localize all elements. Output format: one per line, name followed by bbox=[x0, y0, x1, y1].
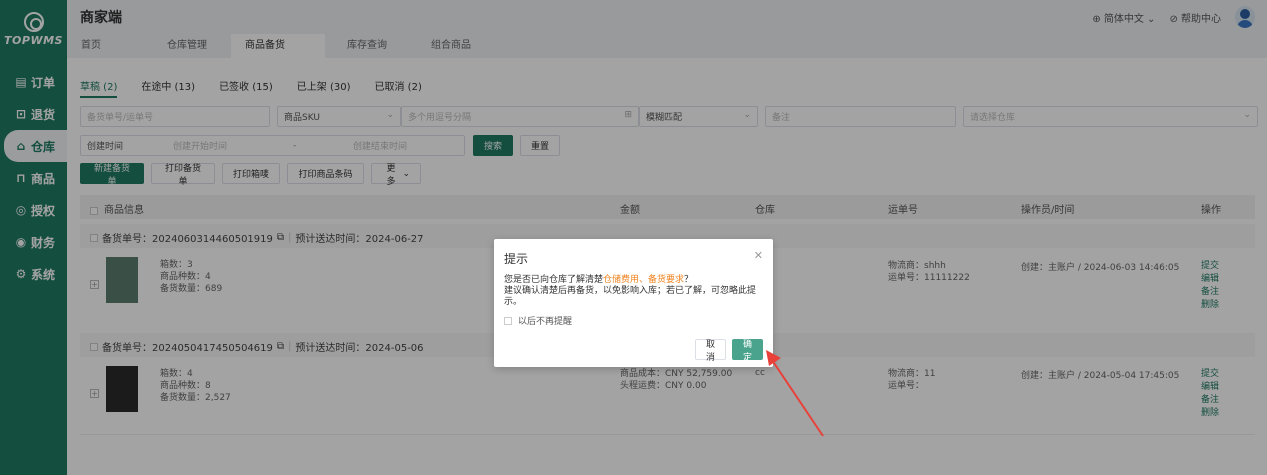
annotation-arrow-icon bbox=[766, 350, 824, 437]
